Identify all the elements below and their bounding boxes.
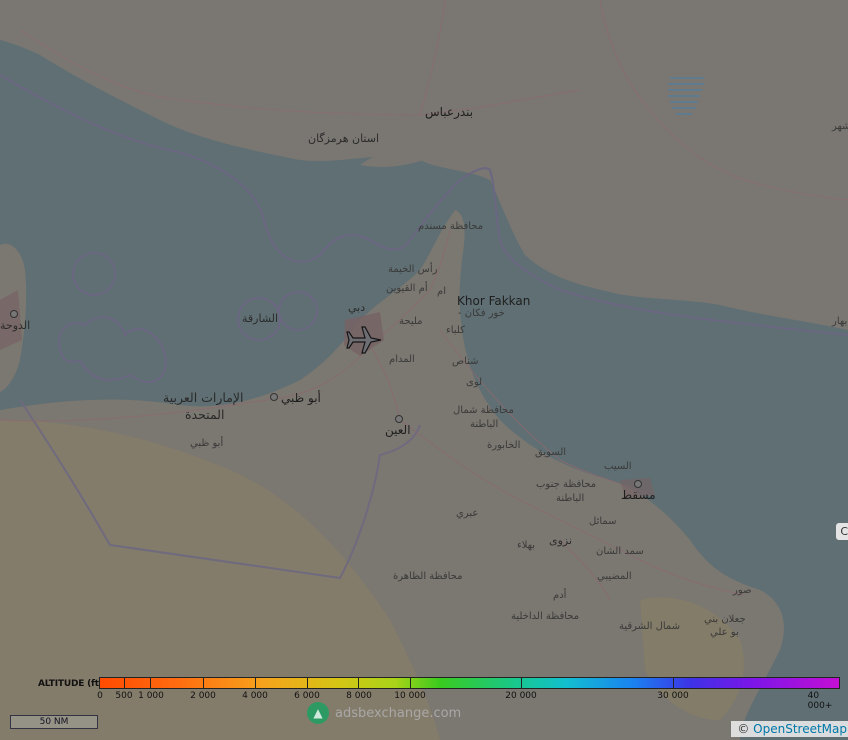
label-dubai: دبي bbox=[348, 301, 366, 314]
city-dot-muscat bbox=[634, 480, 642, 488]
label-nizwa: نزوى bbox=[549, 534, 573, 547]
label-ibri: عبري bbox=[456, 508, 479, 519]
legend-tick: 0 bbox=[97, 691, 103, 701]
label-sumad-shan: سمد الشان bbox=[596, 546, 644, 557]
label-samail: سمائل bbox=[589, 516, 617, 527]
legend-tick: 10 000 bbox=[394, 691, 426, 701]
scale-bar-label: 50 NM bbox=[39, 717, 69, 727]
label-north-batinah-1: محافظة شمال bbox=[453, 405, 514, 416]
legend-tick: 4 000 bbox=[242, 691, 268, 701]
label-umm-al-quwain: أم القيوين bbox=[386, 283, 428, 294]
label-khor-fakkan-en: Khor Fakkan bbox=[457, 294, 531, 308]
label-om: ام bbox=[437, 286, 446, 297]
label-top-right: شهر bbox=[832, 121, 848, 132]
label-jalan-1: جعلان بني bbox=[704, 614, 746, 625]
label-north-batinah-2: الباطنة bbox=[470, 419, 499, 430]
label-shinas: شناص bbox=[452, 356, 479, 367]
label-muscat: مسقط bbox=[621, 488, 656, 502]
altitude-color-bar bbox=[99, 677, 840, 689]
legend-tick: 6 000 bbox=[294, 691, 320, 701]
label-sur: صور bbox=[733, 585, 752, 596]
legend-tick: 30 000 bbox=[657, 691, 689, 701]
legend-tick: 40 000+ bbox=[807, 691, 833, 711]
label-sharjah: الشارقة bbox=[242, 312, 279, 325]
label-bahla: بهلاء bbox=[517, 540, 536, 551]
label-mudaybi: المضيبي bbox=[597, 571, 632, 582]
label-khor-fakkan-ar: - خور فكان bbox=[458, 308, 505, 319]
city-dot-doha bbox=[10, 310, 18, 318]
edge-panel-button[interactable]: C bbox=[836, 523, 848, 540]
attribution-prefix: © bbox=[737, 722, 750, 736]
legend-tick: 1 000 bbox=[138, 691, 164, 701]
edge-panel-button-label: C bbox=[840, 525, 848, 538]
label-uae-line1: الإمارات العربية bbox=[163, 390, 244, 405]
map-attribution: © OpenStreetMap bbox=[731, 721, 848, 737]
legend-tick: 8 000 bbox=[346, 691, 372, 701]
label-north-sharqiyah: شمال الشرقية bbox=[619, 621, 681, 632]
label-seeb: السيب bbox=[604, 461, 632, 472]
label-hormozgan: استان هرمزگان bbox=[308, 132, 380, 145]
label-musandam: محافظة مسندم bbox=[418, 221, 484, 232]
legend-tick: 500 bbox=[115, 691, 133, 701]
label-al-ain: العين bbox=[385, 423, 411, 437]
label-abu-dhabi-region: أبو ظبي bbox=[190, 438, 224, 449]
label-jalan-2: بو علي bbox=[710, 627, 739, 638]
label-dhahirah: محافظة الظاهرة bbox=[393, 571, 463, 582]
branding-text: adsbexchange.com bbox=[335, 705, 462, 721]
label-dakhiliyah: محافظة الداخلية bbox=[511, 611, 580, 622]
label-madam: المدام bbox=[389, 354, 415, 365]
label-liwa: لوى bbox=[466, 377, 483, 388]
label-kalba: كلباء bbox=[446, 325, 465, 336]
city-dot-abu-dhabi bbox=[270, 393, 278, 401]
legend-tick: 20 000 bbox=[505, 691, 537, 701]
map-view[interactable]: بندرعباس استان هرمزگان محافظة مسندم رأس … bbox=[0, 0, 848, 740]
label-ras-al-khaimah: رأس الخيمة bbox=[388, 264, 438, 275]
label-khaburah: الخابورة bbox=[487, 440, 521, 451]
aircraft-icon[interactable] bbox=[343, 323, 383, 357]
label-uae-line2: المتحدة bbox=[185, 407, 225, 422]
branding[interactable]: ▲ adsbexchange.com bbox=[307, 702, 461, 724]
legend-title: ALTITUDE (ft) bbox=[38, 679, 103, 689]
label-south-batinah-1: محافظة جنوب bbox=[536, 479, 597, 490]
label-adam: أدم bbox=[553, 590, 567, 601]
label-abu-dhabi: أبو ظبي bbox=[281, 391, 321, 405]
label-doha: الدوحة bbox=[0, 319, 31, 332]
scale-bar: 50 NM bbox=[10, 715, 98, 729]
openstreetmap-link[interactable]: OpenStreetMap bbox=[753, 722, 847, 736]
label-mleiha: مليحة bbox=[399, 316, 423, 327]
label-right-edge: بهار bbox=[832, 316, 848, 327]
legend-tick: 2 000 bbox=[190, 691, 216, 701]
city-dot-al-ain bbox=[395, 415, 403, 423]
adsbexchange-logo-icon: ▲ bbox=[307, 702, 329, 724]
label-south-batinah-2: الباطنة bbox=[556, 493, 585, 504]
label-suwaiq: السويق bbox=[535, 447, 567, 458]
label-bandar-abbas: بندرعباس bbox=[425, 105, 474, 119]
